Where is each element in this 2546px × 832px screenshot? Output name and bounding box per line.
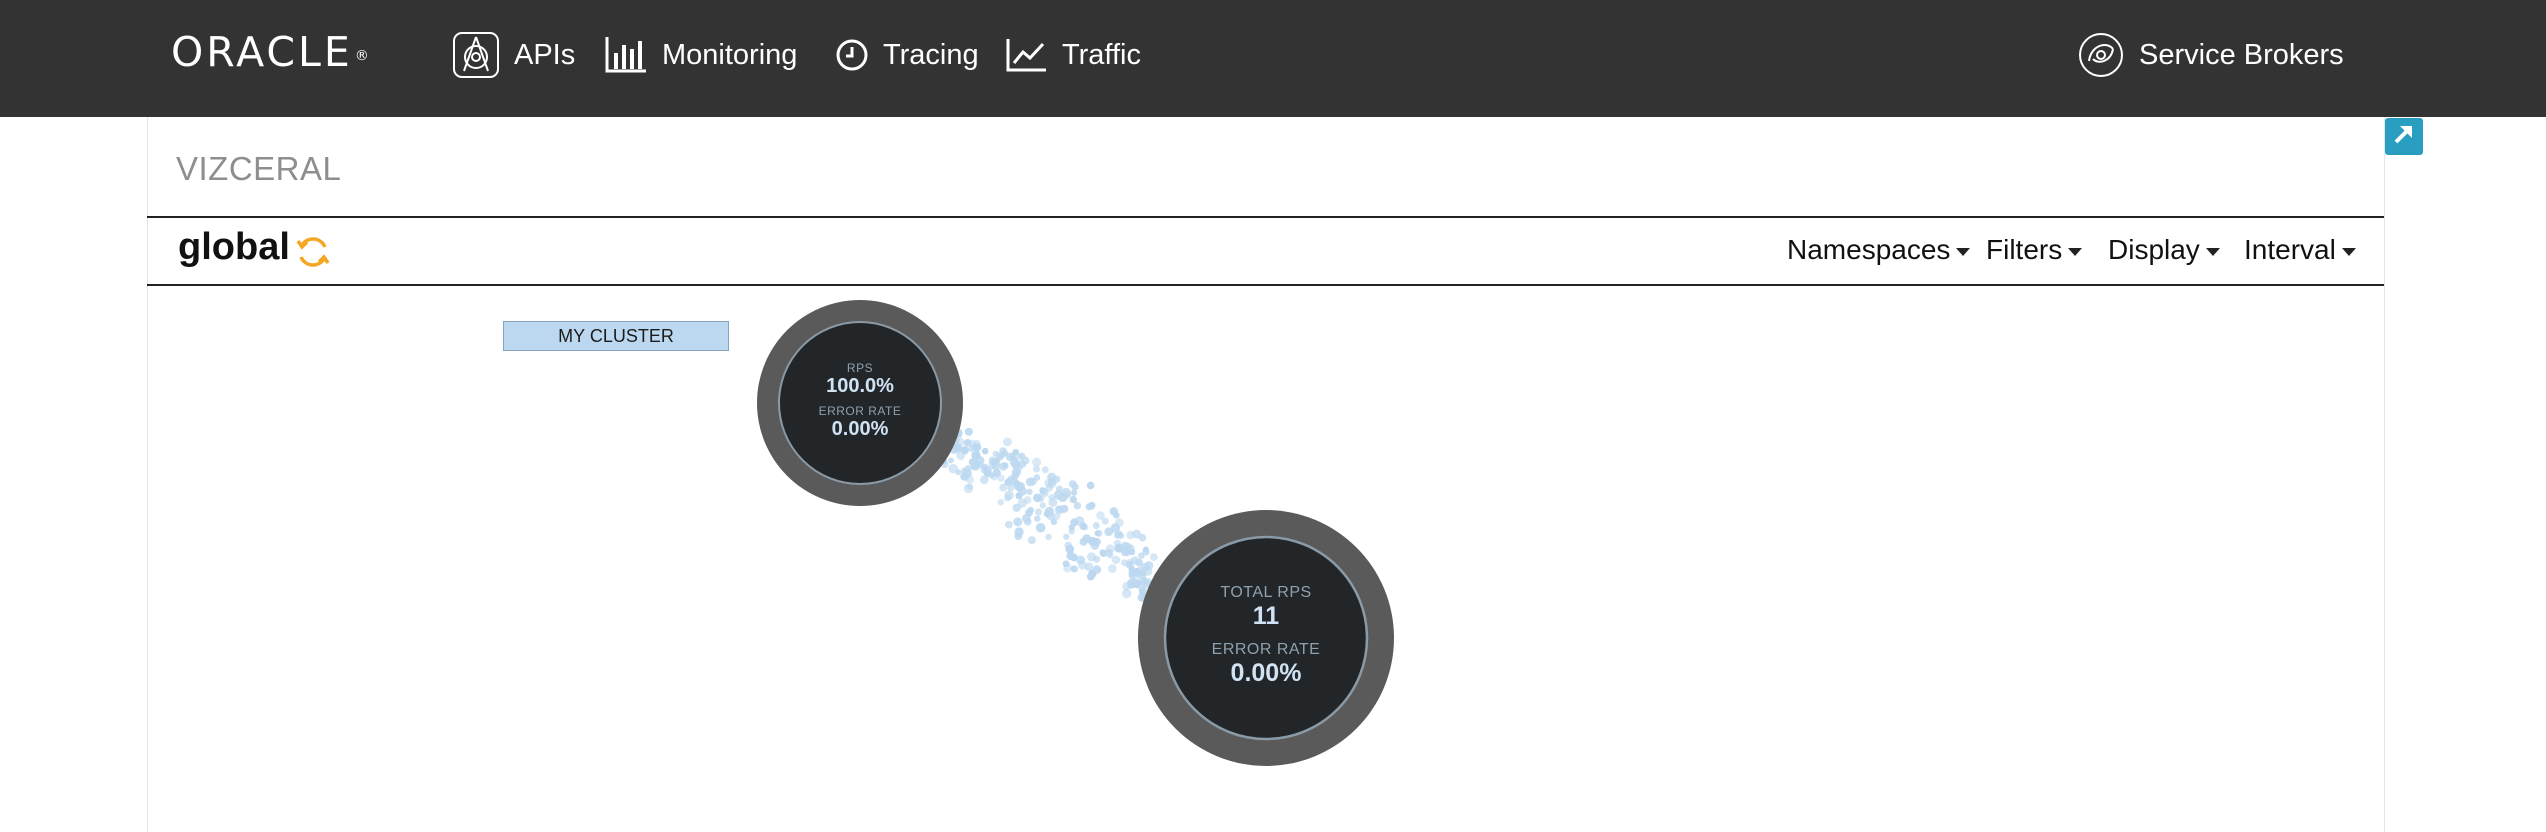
traffic-particle bbox=[1018, 452, 1026, 460]
source-rps-label: RPS bbox=[846, 361, 874, 375]
traffic-particle bbox=[1092, 522, 1100, 530]
traffic-particle bbox=[1013, 517, 1023, 527]
traffic-particle bbox=[971, 443, 979, 451]
traffic-particle bbox=[1138, 552, 1145, 559]
traffic-particle bbox=[1126, 530, 1135, 540]
traffic-particle bbox=[1068, 528, 1075, 535]
traffic-particle bbox=[1050, 518, 1058, 526]
traffic-particle bbox=[1033, 515, 1041, 522]
source-error-value: 0.00% bbox=[831, 418, 889, 440]
traffic-particle bbox=[1026, 488, 1033, 495]
traffic-particle bbox=[1040, 487, 1048, 495]
traffic-particle bbox=[991, 461, 1001, 471]
traffic-particle bbox=[981, 447, 989, 455]
traffic-particle bbox=[1032, 465, 1041, 473]
traffic-particle bbox=[1003, 437, 1012, 447]
source-node-stats: RPS 100.0% ERROR RATE 0.00% bbox=[790, 361, 930, 441]
traffic-particle bbox=[1086, 481, 1095, 490]
traffic-particle bbox=[1144, 560, 1154, 570]
traffic-particle bbox=[1068, 480, 1077, 488]
traffic-particle bbox=[1088, 569, 1096, 578]
traffic-particle bbox=[1045, 533, 1052, 541]
traffic-particle bbox=[1009, 457, 1020, 467]
traffic-particle bbox=[1011, 472, 1019, 481]
traffic-particle bbox=[974, 460, 983, 469]
traffic-particle bbox=[1014, 527, 1024, 537]
traffic-particle bbox=[1053, 490, 1063, 500]
traffic-particle bbox=[1048, 493, 1056, 501]
traffic-particle bbox=[1041, 466, 1049, 474]
traffic-particles bbox=[940, 427, 1175, 610]
target-error-label: ERROR RATE bbox=[1211, 641, 1321, 658]
traffic-particle bbox=[1095, 529, 1103, 538]
traffic-particle bbox=[1015, 492, 1023, 500]
traffic-particle bbox=[1085, 503, 1093, 511]
traffic-particle bbox=[966, 483, 973, 491]
traffic-particle bbox=[1018, 459, 1027, 469]
traffic-particle bbox=[1132, 579, 1142, 589]
traffic-particle bbox=[1039, 502, 1047, 509]
source-rps-value: 100.0% bbox=[826, 375, 894, 397]
traffic-particle bbox=[1082, 524, 1089, 531]
traffic-particle bbox=[1109, 507, 1118, 516]
traffic-particle bbox=[1105, 544, 1115, 554]
traffic-particle bbox=[1150, 553, 1158, 561]
traffic-particle bbox=[963, 438, 972, 447]
traffic-particle bbox=[1065, 544, 1075, 554]
traffic-particle bbox=[1063, 491, 1071, 499]
traffic-particle bbox=[1110, 523, 1121, 533]
traffic-particle bbox=[1125, 544, 1135, 554]
traffic-particle bbox=[1092, 538, 1101, 547]
traffic-particle bbox=[962, 468, 972, 478]
traffic-particle bbox=[1027, 536, 1036, 545]
traffic-particle bbox=[1113, 539, 1121, 547]
traffic-particle bbox=[1111, 555, 1121, 565]
traffic-particle bbox=[998, 452, 1005, 460]
traffic-particle bbox=[1135, 558, 1143, 567]
target-rps-label: TOTAL RPS bbox=[1220, 584, 1312, 601]
traffic-particle bbox=[948, 463, 958, 474]
traffic-particle bbox=[1060, 504, 1069, 513]
traffic-particle bbox=[1025, 508, 1033, 517]
traffic-particle bbox=[1034, 508, 1043, 516]
traffic-particle bbox=[1044, 478, 1054, 488]
traffic-particle bbox=[1035, 522, 1046, 533]
source-error-label: ERROR RATE bbox=[818, 404, 902, 418]
traffic-particle bbox=[947, 457, 954, 464]
traffic-particle bbox=[1079, 537, 1088, 546]
traffic-particle bbox=[962, 446, 969, 453]
traffic-particle bbox=[1044, 506, 1055, 517]
traffic-particle bbox=[1096, 511, 1105, 520]
traffic-particle bbox=[1012, 503, 1021, 513]
traffic-particle bbox=[1070, 518, 1079, 527]
traffic-particle bbox=[1069, 495, 1078, 504]
traffic-particle bbox=[1004, 494, 1011, 502]
traffic-particle bbox=[1070, 489, 1078, 496]
traffic-particle bbox=[1108, 564, 1117, 573]
traffic-particle bbox=[1063, 533, 1070, 540]
traffic-particle bbox=[997, 498, 1005, 506]
traffic-particle bbox=[971, 450, 981, 461]
traffic-particle bbox=[1099, 549, 1108, 558]
traffic-particle bbox=[1073, 501, 1082, 510]
traffic-particle bbox=[1126, 561, 1133, 568]
traffic-particle bbox=[1093, 555, 1101, 563]
traffic-particle bbox=[1029, 477, 1037, 486]
target-node-stats: TOTAL RPS 11 ERROR RATE 0.00% bbox=[1176, 584, 1356, 688]
traffic-particle bbox=[1032, 457, 1042, 467]
traffic-particle bbox=[1078, 560, 1087, 570]
target-rps-value: 11 bbox=[1252, 602, 1280, 630]
traffic-particle bbox=[964, 427, 973, 436]
traffic-particle bbox=[997, 474, 1005, 482]
traffic-particle bbox=[1063, 563, 1073, 573]
traffic-particle bbox=[1142, 546, 1149, 553]
traffic-particle bbox=[1005, 520, 1013, 529]
traffic-particle bbox=[992, 450, 999, 457]
traffic-particle bbox=[1113, 531, 1121, 539]
traffic-graph bbox=[757, 300, 1394, 766]
target-error-value: 0.00% bbox=[1230, 659, 1302, 687]
